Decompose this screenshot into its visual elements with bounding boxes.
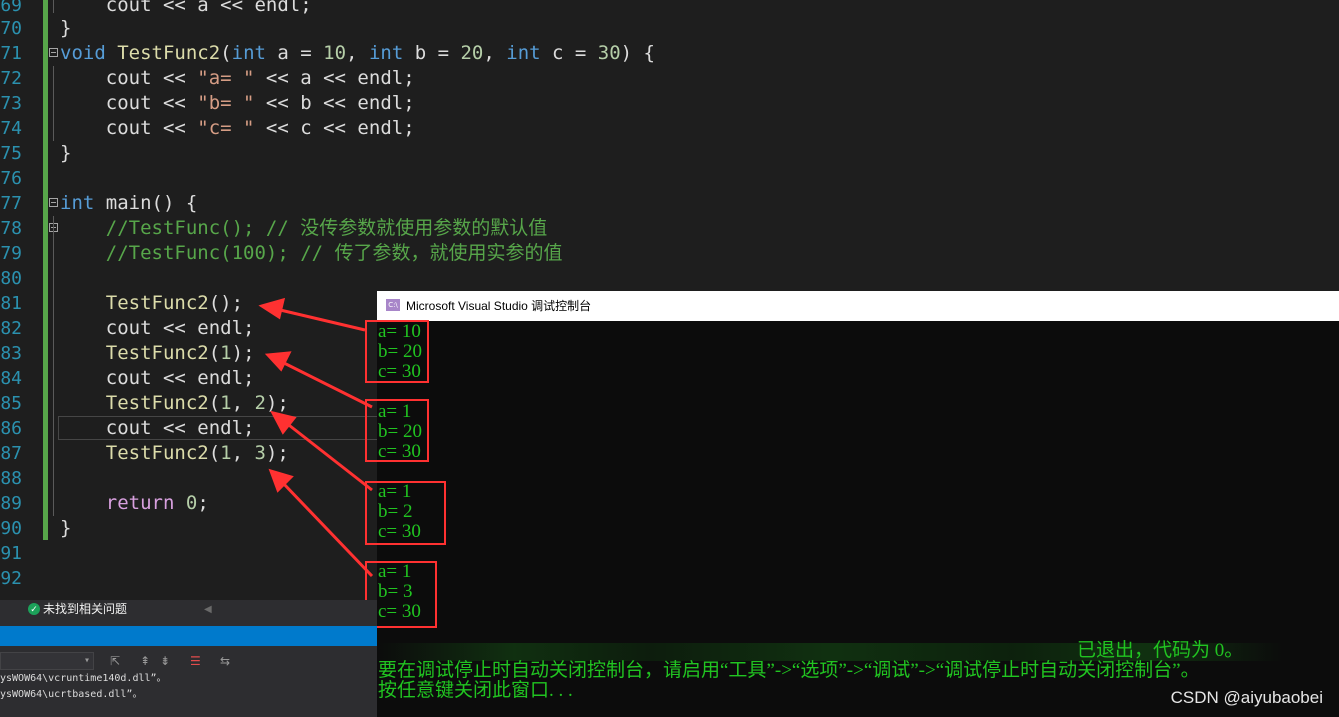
console-hint-line: 要在调试停止时自动关闭控制台，请启用“工具”->“选项”->“调试”->“调试停… [378,660,1200,681]
line-number: 70 [0,18,22,39]
panel-header-bar [0,626,377,646]
code-text: //TestFunc(); // 没传参数就使用参数的默认值 [105,217,548,239]
collapse-icon[interactable] [49,48,58,57]
output-panel[interactable]: ✓ 未找到相关问题 ◀ ⇱ ⇞ ⇟ ☰ ⇆ ysWOW64\vcruntime1… [0,600,377,717]
line-number: 72 [0,68,22,89]
line-number: 75 [0,143,22,164]
code-line[interactable]: 78 //TestFunc(); // 没传参数就使用参数的默认值 [0,216,1339,241]
indent-guide [53,66,54,141]
code-text: cout << endl; [60,317,255,339]
line-number: 84 [0,368,22,389]
watermark: CSDN @aiyubaobei [1170,688,1323,707]
annotation-box [365,320,429,383]
line-number: 92 [0,568,22,589]
annotation-box [365,481,446,545]
code-text: return 0; [105,492,209,514]
code-text: TestFunc2(); [105,292,244,314]
word-wrap-icon[interactable]: ⇆ [220,654,230,668]
scroll-left-icon[interactable]: ◀ [204,600,212,619]
line-number: 76 [0,168,22,189]
debug-console-window[interactable]: C:\ Microsoft Visual Studio 调试控制台 a= 10 … [377,291,1339,717]
annotation-box [365,399,429,462]
clear-all-icon[interactable]: ☰ [190,654,201,668]
goto-first-icon[interactable]: ⇞ [140,654,150,668]
code-text: } [60,142,72,164]
line-number: 91 [0,543,22,564]
line-number: 88 [0,468,22,489]
console-title: Microsoft Visual Studio 调试控制台 [406,299,592,313]
line-number: 79 [0,243,22,264]
console-exit-line: 已退出，代码为 0。 [1077,640,1244,661]
output-line: ysWOW64\ucrtbased.dll”。 [0,689,143,700]
line-number: 82 [0,318,22,339]
code-line[interactable]: 71 void TestFunc2(int a = 10, int b = 20,… [0,41,1339,66]
output-source-dropdown[interactable] [0,652,94,670]
line-number: 87 [0,443,22,464]
line-number: 71 [0,43,22,64]
code-line[interactable]: 77 int main() { [0,191,1339,216]
code-text: } [60,17,72,39]
code-text: } [60,517,72,539]
code-line[interactable]: 79 //TestFunc(100); // 传了参数，就使用实参的值 [0,241,1339,266]
goto-previous-icon[interactable]: ⇱ [110,654,120,668]
code-line[interactable]: 73 cout << "b= " << b << endl; [0,91,1339,116]
code-text: TestFunc2(1, 3); [105,442,289,464]
code-text: int main() { [60,192,198,214]
code-text: cout << "c= " << c << endl; [60,117,415,139]
issues-bar: ✓ 未找到相关问题 ◀ [0,600,377,620]
code-text: TestFunc2(1); [105,342,255,364]
code-text: cout << "b= " << b << endl; [60,92,415,114]
indent-guide [53,0,54,13]
output-line: ysWOW64\vcruntime140d.dll”。 [0,673,167,684]
console-app-icon: C:\ [386,299,400,311]
console-close-line: 按任意键关闭此窗口. . . [378,680,573,701]
line-number: 74 [0,118,22,139]
code-text: //TestFunc(100); // 传了参数，就使用实参的值 [105,242,563,264]
goto-next-icon[interactable]: ⇟ [160,654,170,668]
code-line[interactable]: 74 cout << "c= " << c << endl; [0,116,1339,141]
check-circle-icon: ✓ [28,603,40,615]
code-line[interactable]: 70} [0,16,1339,41]
line-number: 77 [0,193,22,214]
line-number: 81 [0,293,22,314]
line-number: 83 [0,343,22,364]
line-number: 80 [0,268,22,289]
line-number: 78 [0,218,22,239]
code-line[interactable]: 80 [0,266,1339,291]
line-number: 73 [0,93,22,114]
code-text: cout << endl; [60,367,255,389]
indent-guide [53,216,54,516]
line-number: 89 [0,493,22,514]
console-title-bar[interactable]: C:\ Microsoft Visual Studio 调试控制台 [377,291,1339,321]
code-line[interactable]: 72 cout << "a= " << a << endl; [0,66,1339,91]
code-line[interactable]: 75} [0,141,1339,166]
code-text: cout << endl; [60,417,255,439]
code-text: void TestFunc2(int a = 10, int b = 20, i… [60,42,655,64]
line-number: 85 [0,393,22,414]
line-number: 90 [0,518,22,539]
line-number: 86 [0,418,22,439]
issues-status: 未找到相关问题 [43,602,128,616]
code-text: cout << "a= " << a << endl; [60,67,415,89]
collapse-icon[interactable] [49,198,58,207]
code-text: TestFunc2(1, 2); [105,392,289,414]
code-line[interactable]: 76 [0,166,1339,191]
